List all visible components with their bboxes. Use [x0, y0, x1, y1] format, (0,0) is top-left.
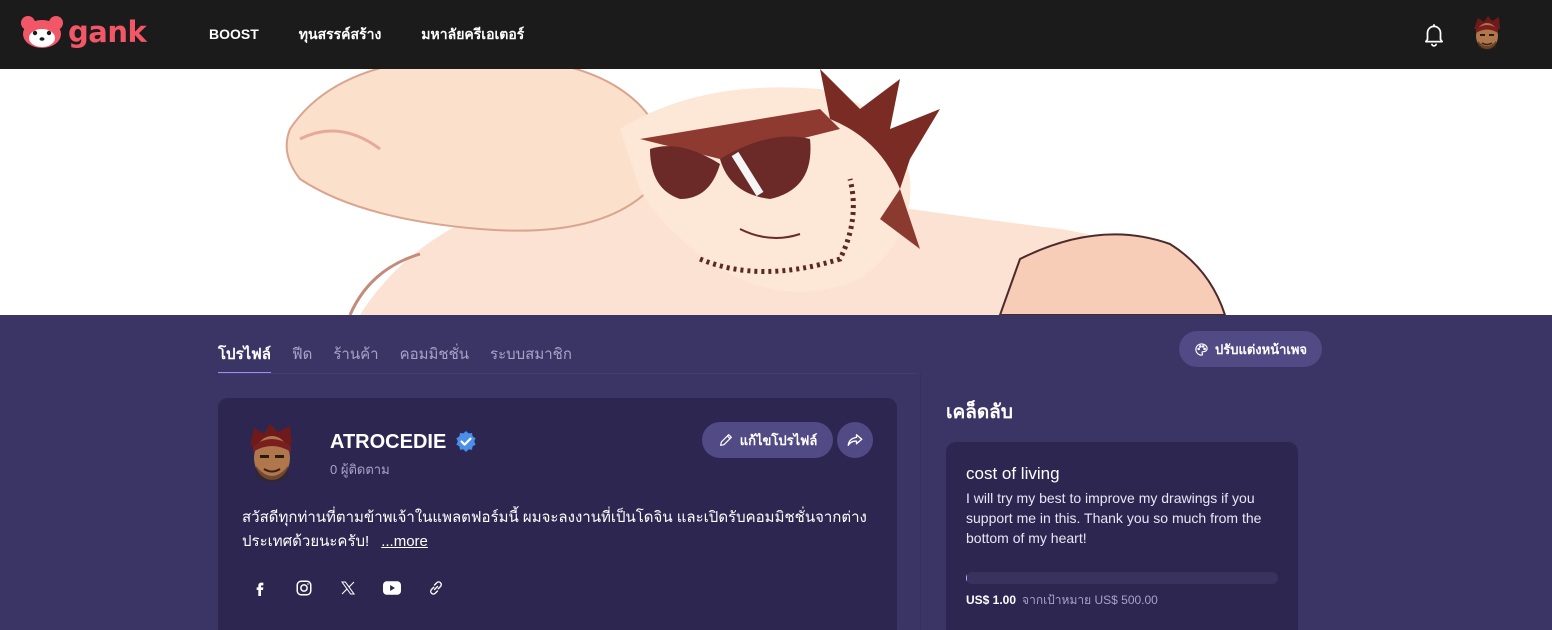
- bell-icon[interactable]: [1421, 21, 1447, 47]
- palette-icon: [1195, 342, 1208, 356]
- tab-commission[interactable]: คอมมิชชั่น: [400, 344, 469, 374]
- bio-line-2: ประเทศด้วยนะครับ!: [242, 533, 370, 550]
- goal-target-amount: จากเป้าหมาย US$ 500.00: [1022, 593, 1158, 607]
- tab-shop[interactable]: ร้านค้า: [333, 344, 378, 374]
- goal-amount: US$ 1.00 จากเป้าหมาย US$ 500.00: [966, 592, 1158, 608]
- profile-bio: สวัสดีทุกท่านที่ตามข้าพเจ้าในแพลตฟอร์มนี…: [242, 506, 882, 554]
- tab-membership[interactable]: ระบบสมาชิก: [490, 344, 572, 374]
- bio-more-link[interactable]: ...more: [381, 533, 428, 550]
- share-button[interactable]: [837, 422, 873, 458]
- youtube-icon[interactable]: [382, 578, 402, 598]
- edit-profile-button[interactable]: แก้ไขโปรไฟล์: [702, 422, 833, 458]
- profile-name-row: ATROCEDIE: [330, 429, 478, 455]
- profile-tabs: โปรไฟล์ ฟีด ร้านค้า คอมมิชชั่น ระบบสมาชิ…: [218, 344, 572, 374]
- customize-page-label: ปรับแต่งหน้าเพจ: [1214, 341, 1308, 357]
- gank-logo[interactable]: gank: [20, 15, 147, 49]
- top-navbar: gank BOOST ทุนสรรค์สร้าง มหาลัยครีเอเตอร…: [0, 0, 1552, 69]
- secret-section-title: เคล็ดลับ: [946, 402, 1013, 423]
- goal-description: I will try my best to improve my drawing…: [966, 490, 1262, 546]
- goal-progress-bar: [966, 572, 1278, 584]
- profile-card: ATROCEDIE 0 ผู้ติดตาม แก้ไขโปรไฟล์ สวัสด…: [218, 398, 897, 630]
- bio-line-1: สวัสดีทุกท่านที่ตามข้าพเจ้าในแพลตฟอร์มนี…: [242, 509, 867, 526]
- tab-feed[interactable]: ฟีด: [292, 344, 312, 374]
- nav-boost[interactable]: BOOST: [209, 24, 259, 44]
- x-icon[interactable]: [338, 578, 358, 598]
- instagram-icon[interactable]: [294, 578, 314, 598]
- main-nav: BOOST ทุนสรรค์สร้าง มหาลัยครีเอเตอร์: [209, 24, 524, 44]
- nav-creator-fund[interactable]: ทุนสรรค์สร้าง: [299, 24, 382, 44]
- goal-progress-fill: [966, 572, 967, 584]
- link-icon[interactable]: [426, 578, 446, 598]
- red-panda-logo-icon: [21, 16, 63, 48]
- follower-count: 0 ผู้ติดตาม: [330, 462, 390, 477]
- edit-profile-label: แก้ไขโปรไฟล์: [739, 432, 818, 448]
- share-icon: [847, 434, 863, 446]
- goal-title: cost of living: [966, 464, 1060, 483]
- tabs-divider: [218, 373, 918, 374]
- customize-page-button[interactable]: ปรับแต่งหน้าเพจ: [1179, 331, 1322, 367]
- profile-avatar: [250, 424, 292, 482]
- goal-current-amount: US$ 1.00: [966, 593, 1017, 607]
- nav-creator-university[interactable]: มหาลัยครีเอเตอร์: [421, 24, 524, 44]
- pencil-icon: [719, 434, 732, 446]
- tab-profile[interactable]: โปรไฟล์: [218, 344, 271, 374]
- goal-card[interactable]: cost of living I will try my best to imp…: [946, 442, 1298, 630]
- column-divider: [920, 374, 921, 630]
- social-links: [250, 578, 446, 598]
- profile-name: ATROCEDIE: [330, 431, 447, 453]
- verified-badge-icon: [456, 431, 476, 452]
- facebook-icon[interactable]: [250, 578, 270, 598]
- brand-name: gank: [68, 15, 147, 49]
- cover-banner: [0, 69, 1552, 315]
- cover-illustration: [0, 69, 1552, 315]
- user-avatar[interactable]: [1470, 15, 1504, 53]
